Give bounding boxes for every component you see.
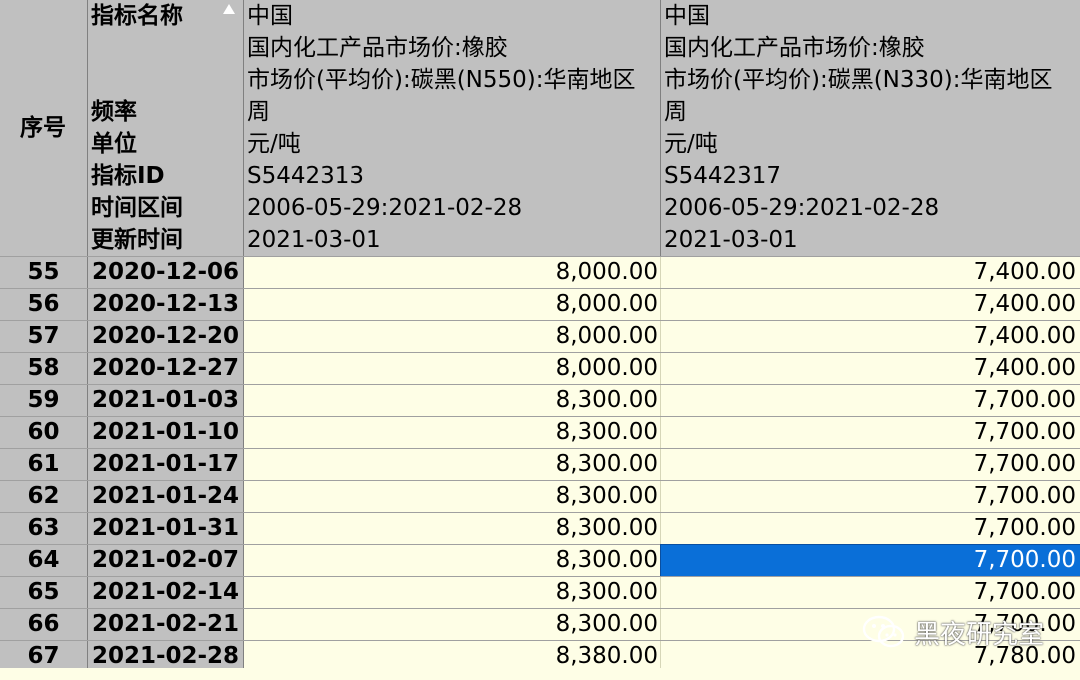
date-cell[interactable]: 2021-01-31: [88, 513, 244, 544]
row-index-cell[interactable]: 64: [0, 545, 88, 576]
n330-value-cell[interactable]: 7,700.00: [661, 417, 1080, 448]
n330-value-cell[interactable]: 7,700.00: [661, 449, 1080, 480]
row-index-cell[interactable]: 55: [0, 257, 88, 288]
date-cell[interactable]: 2020-12-13: [88, 289, 244, 320]
n330-value-cell[interactable]: 7,700.00: [660, 544, 1080, 577]
n550-value-cell[interactable]: 8,300.00: [244, 545, 661, 576]
header-line: S5442317: [664, 163, 782, 189]
table-row: 56 2020-12-13 8,000.00 7,400.00: [0, 288, 1080, 320]
row-index-cell[interactable]: 59: [0, 385, 88, 416]
date-cell[interactable]: 2021-02-21: [88, 609, 244, 640]
n550-value-cell[interactable]: 8,000.00: [244, 353, 661, 384]
n330-value-cell[interactable]: 7,400.00: [661, 321, 1080, 352]
date-cell[interactable]: 2021-01-24: [88, 481, 244, 512]
n550-value-cell[interactable]: 8,300.00: [244, 417, 661, 448]
row-index-cell[interactable]: 57: [0, 321, 88, 352]
header-line: 周: [247, 99, 270, 125]
date-cell[interactable]: 2021-02-14: [88, 577, 244, 608]
header-line: 中国: [664, 3, 710, 29]
n330-value-cell[interactable]: 7,400.00: [661, 353, 1080, 384]
table-row: 59 2021-01-03 8,300.00 7,700.00: [0, 384, 1080, 416]
table-row: 60 2021-01-10 8,300.00 7,700.00: [0, 416, 1080, 448]
table-row: 65 2021-02-14 8,300.00 7,700.00: [0, 576, 1080, 608]
header-line: 元/吨: [247, 131, 301, 157]
header-line: 2006-05-29:2021-02-28: [664, 195, 940, 221]
table-row: 64 2021-02-07 8,300.00 7,700.00: [0, 544, 1080, 577]
row-index-cell[interactable]: 58: [0, 353, 88, 384]
spreadsheet: 序号 指标名称频率单位指标ID 时间区间更新时间 中国国内化工产品市场价:橡胶市场…: [0, 0, 1080, 680]
header-block: 序号 指标名称频率单位指标ID 时间区间更新时间 中国国内化工产品市场价:橡胶市场…: [0, 0, 1080, 256]
table-row: 62 2021-01-24 8,300.00 7,700.00: [0, 480, 1080, 512]
n550-value-cell[interactable]: 8,000.00: [244, 289, 661, 320]
data-rows: 55 2020-12-06 8,000.00 7,400.00 56 2020-12-13…: [0, 256, 1080, 672]
row-index-cell[interactable]: 61: [0, 449, 88, 480]
header-line: 国内化工产品市场价:橡胶: [247, 35, 508, 61]
header-line: 中国: [247, 3, 293, 29]
row-index-cell[interactable]: 60: [0, 417, 88, 448]
table-row: 61 2021-01-17 8,300.00 7,700.00: [0, 448, 1080, 480]
n550-value-cell[interactable]: 8,300.00: [244, 609, 661, 640]
header-label: [88, 64, 243, 96]
header-line: 国内化工产品市场价:橡胶: [664, 35, 925, 61]
header-line: 2021-03-01: [664, 227, 798, 253]
header-label: 更新时间: [91, 227, 183, 253]
header-label: [88, 32, 243, 64]
n550-value-cell[interactable]: 8,300.00: [244, 449, 661, 480]
header-line: 元/吨: [664, 131, 718, 157]
n550-value-cell[interactable]: 8,300.00: [244, 577, 661, 608]
row-index-cell[interactable]: 66: [0, 609, 88, 640]
n550-value-cell[interactable]: 8,000.00: [244, 257, 661, 288]
wechat-icon: [862, 615, 905, 648]
n550-value-cell[interactable]: 8,300.00: [244, 385, 661, 416]
n330-value-cell[interactable]: 7,400.00: [661, 257, 1080, 288]
header-line: 市场价(平均价):碳黑(N330):华南地区: [664, 67, 1053, 93]
row-index-cell[interactable]: 65: [0, 577, 88, 608]
n330-value-cell[interactable]: 7,700.00: [661, 577, 1080, 608]
table-row: 63 2021-01-31 8,300.00 7,700.00: [0, 512, 1080, 544]
header-label: 频率: [91, 99, 137, 125]
column-header-n330[interactable]: 中国国内化工产品市场价:橡胶市场价(平均价):碳黑(N330):华南地区周元/吨…: [661, 0, 1080, 256]
column-header-n550[interactable]: 中国国内化工产品市场价:橡胶市场价(平均价):碳黑(N550):华南地区周元/吨…: [244, 0, 661, 256]
header-line: 周: [664, 99, 687, 125]
header-line: 2006-05-29:2021-02-28: [247, 195, 523, 221]
watermark-text: 黑夜研究室: [914, 619, 1045, 650]
n330-value-cell[interactable]: 7,700.00: [661, 385, 1080, 416]
date-cell[interactable]: 2021-01-03: [88, 385, 244, 416]
header-label: 单位: [91, 131, 137, 157]
label-column-header[interactable]: 指标名称频率单位指标ID 时间区间更新时间: [88, 0, 244, 256]
table-row: 55 2020-12-06 8,000.00 7,400.00: [0, 256, 1080, 288]
date-cell[interactable]: 2020-12-06: [88, 257, 244, 288]
date-cell[interactable]: 2021-01-10: [88, 417, 244, 448]
n330-value-cell[interactable]: 7,400.00: [661, 289, 1080, 320]
date-cell[interactable]: 2021-01-17: [88, 449, 244, 480]
row-index-cell[interactable]: 62: [0, 481, 88, 512]
date-cell[interactable]: 2020-12-27: [88, 353, 244, 384]
row-index-cell[interactable]: 63: [0, 513, 88, 544]
header-line: 2021-03-01: [247, 227, 381, 253]
index-header[interactable]: 序号: [0, 0, 88, 256]
header-label: 时间区间: [91, 195, 183, 221]
header-label: 指标名称: [91, 3, 183, 29]
index-header-label: 序号: [20, 115, 66, 141]
row-index-cell[interactable]: 56: [0, 289, 88, 320]
date-cell[interactable]: 2020-12-20: [88, 321, 244, 352]
watermark: 黑夜研究室: [862, 612, 1044, 652]
header-label: 指标ID: [91, 163, 165, 189]
n550-value-cell[interactable]: 8,000.00: [244, 321, 661, 352]
header-line: S5442313: [247, 163, 365, 189]
n330-value-cell[interactable]: 7,700.00: [661, 481, 1080, 512]
table-row: 58 2020-12-27 8,000.00 7,400.00: [0, 352, 1080, 384]
n330-value-cell[interactable]: 7,700.00: [661, 513, 1080, 544]
date-cell[interactable]: 2021-02-07: [88, 545, 244, 576]
n550-value-cell[interactable]: 8,300.00: [244, 513, 661, 544]
header-line: 市场价(平均价):碳黑(N550):华南地区: [247, 67, 636, 93]
bottom-strip: [0, 668, 1080, 680]
n550-value-cell[interactable]: 8,300.00: [244, 481, 661, 512]
table-row: 57 2020-12-20 8,000.00 7,400.00: [0, 320, 1080, 352]
